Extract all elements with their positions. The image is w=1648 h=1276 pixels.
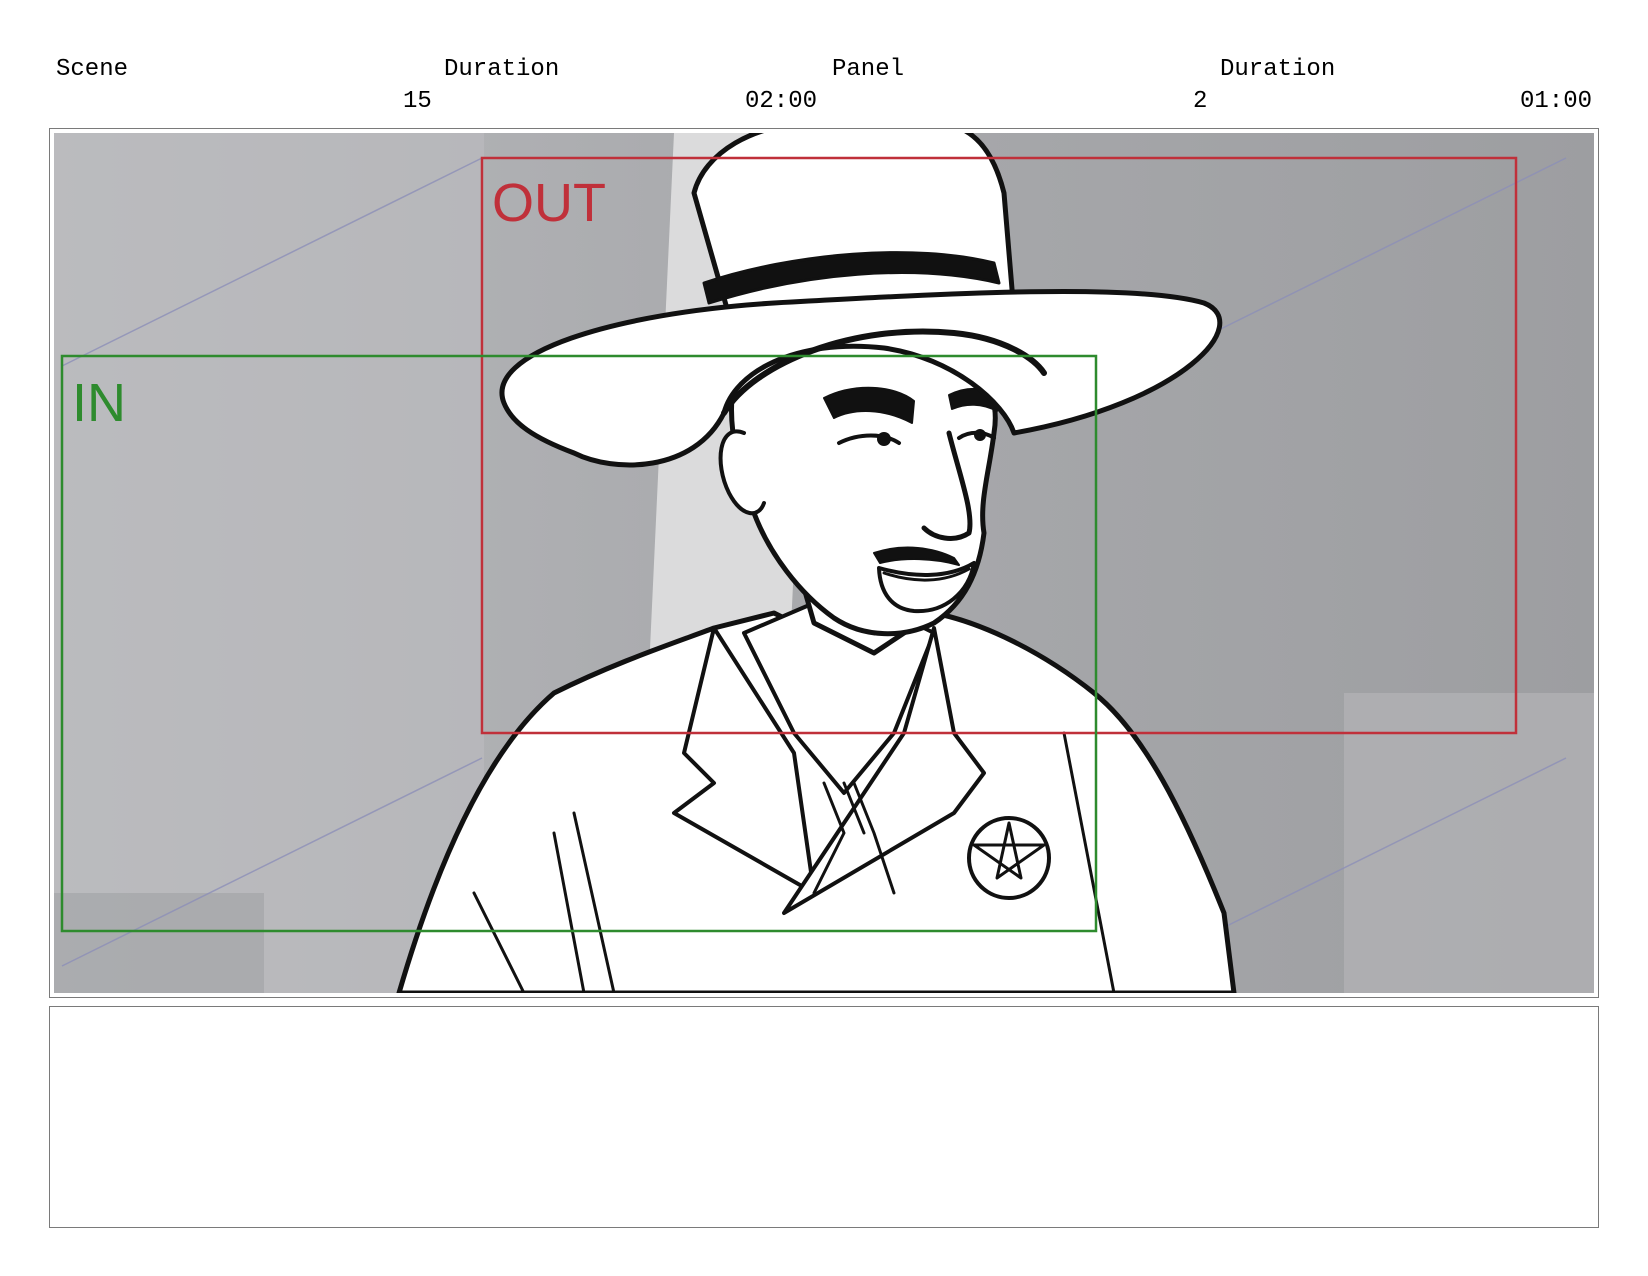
scene-value: 15 bbox=[403, 88, 432, 115]
panel-drawing: OUT IN bbox=[54, 133, 1594, 993]
panel-value: 2 bbox=[1193, 88, 1208, 115]
panel-label: Panel bbox=[832, 56, 905, 83]
character-pupil-right bbox=[974, 429, 986, 441]
background-block-left bbox=[54, 893, 264, 993]
camera-out-label: OUT bbox=[492, 173, 606, 233]
camera-in-label: IN bbox=[72, 373, 126, 433]
character-pupil-left bbox=[877, 432, 891, 446]
panel-notes-text bbox=[50, 1007, 1598, 1031]
panel-duration-value: 01:00 bbox=[1520, 88, 1593, 115]
background-block-right bbox=[1344, 693, 1594, 993]
scene-duration-value: 02:00 bbox=[745, 88, 818, 115]
scene-duration-label: Duration bbox=[444, 56, 560, 83]
storyboard-panel-frame: OUT IN bbox=[49, 128, 1599, 998]
scene-label: Scene bbox=[56, 56, 129, 83]
storyboard-panel-image: OUT IN bbox=[54, 133, 1594, 993]
panel-duration-label: Duration bbox=[1220, 56, 1336, 83]
panel-notes-box bbox=[49, 1006, 1599, 1228]
